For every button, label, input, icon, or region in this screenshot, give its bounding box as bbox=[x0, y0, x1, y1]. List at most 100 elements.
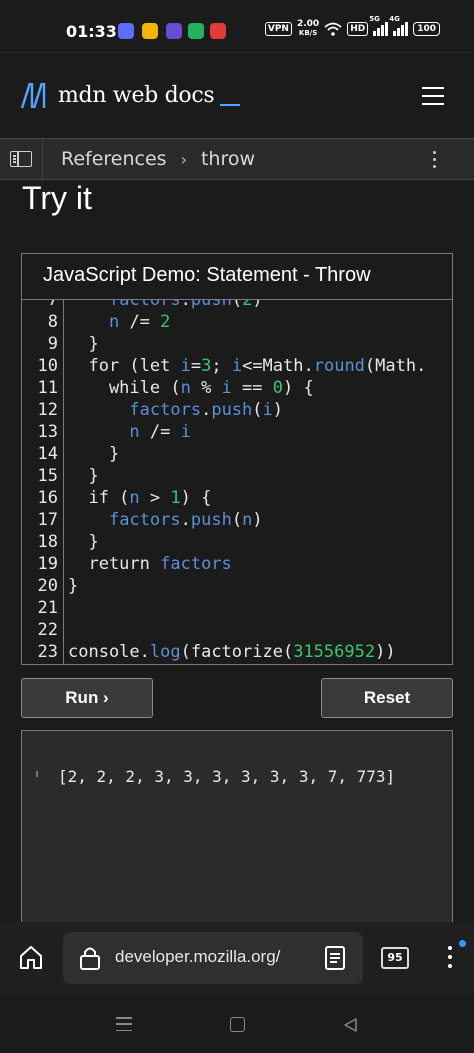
nav-home-icon[interactable] bbox=[230, 1017, 245, 1032]
lock-icon bbox=[80, 947, 100, 970]
hd-badge: HD bbox=[347, 22, 369, 36]
code-line: 19 return factors bbox=[22, 553, 426, 575]
line-number: 20 bbox=[37, 576, 58, 596]
code-token: } bbox=[68, 444, 120, 464]
address-bar[interactable]: developer.mozilla.org/ bbox=[63, 932, 363, 984]
code-text: console.log(factorize(31556952)) bbox=[58, 641, 396, 663]
status-time: 01:33 bbox=[66, 22, 117, 41]
code-token: ( bbox=[252, 400, 263, 420]
signal-icon: 5G bbox=[369, 15, 389, 36]
home-icon[interactable] bbox=[18, 944, 44, 970]
code-line: 23 console.log(factorize(31556952)) bbox=[22, 641, 426, 663]
console-output: [2, 2, 2, 3, 3, 3, 3, 3, 3, 7, 773] bbox=[21, 730, 453, 930]
reader-mode-icon[interactable] bbox=[325, 946, 345, 970]
signal-label: 4G bbox=[389, 15, 400, 23]
code-token: 0 bbox=[272, 378, 284, 398]
code-line: 17 factors.push(n) bbox=[22, 509, 426, 531]
code-token: i bbox=[231, 356, 243, 376]
run-button[interactable]: Run › bbox=[21, 678, 153, 718]
code-token: factors bbox=[108, 510, 181, 530]
back-icon[interactable] bbox=[342, 1017, 358, 1033]
site-header: mdn web docs bbox=[0, 52, 474, 138]
code-token: return bbox=[68, 554, 161, 574]
vpn-badge: VPN bbox=[264, 22, 292, 36]
breadcrumb: References › throw bbox=[0, 138, 474, 180]
code-line: 8 n /= 2 bbox=[22, 311, 426, 333]
code-text: while (n % i == 0) { bbox=[58, 377, 314, 399]
more-options-icon[interactable] bbox=[433, 151, 436, 168]
code-token: /= bbox=[119, 312, 161, 332]
code-token: push bbox=[190, 510, 232, 530]
code-line: 14 } bbox=[22, 443, 426, 465]
code-token: n bbox=[242, 510, 253, 530]
code-token: ; bbox=[211, 356, 232, 376]
code-token: == bbox=[231, 378, 273, 398]
code-text: for (let i=3; i<=Math.round(Math. bbox=[58, 355, 426, 377]
code-token: } bbox=[68, 466, 99, 486]
code-token: factors bbox=[108, 300, 181, 310]
code-token: . bbox=[180, 510, 191, 530]
code-token: round bbox=[313, 356, 365, 376]
interactive-demo: JavaScript Demo: Statement - Throw 7 fac… bbox=[21, 253, 453, 665]
breadcrumb-throw[interactable]: throw bbox=[201, 148, 255, 170]
code-token: log bbox=[149, 642, 181, 662]
code-token: ) bbox=[252, 300, 263, 310]
sidebar-toggle-icon[interactable] bbox=[10, 151, 32, 167]
output-marker bbox=[36, 771, 38, 777]
line-number: 18 bbox=[37, 532, 58, 552]
code-editor[interactable]: 7 factors.push(2) 8 n /= 29 } 10 for (let … bbox=[22, 300, 452, 664]
tab-count-button[interactable]: 95 bbox=[381, 947, 409, 969]
app-notification-icon bbox=[118, 23, 134, 39]
line-number: 8 bbox=[47, 312, 58, 332]
code-line: 15 } bbox=[22, 465, 426, 487]
code-token: ( bbox=[231, 300, 243, 310]
code-token: ) bbox=[252, 510, 263, 530]
line-number: 21 bbox=[37, 598, 58, 618]
code-text: factors.push(2) bbox=[58, 300, 263, 311]
mdn-logo[interactable]: mdn web docs bbox=[20, 81, 241, 109]
code-line: 20} bbox=[22, 575, 426, 597]
code-token: 3 bbox=[201, 356, 212, 376]
code-line: 18 } bbox=[22, 531, 426, 553]
status-indicators: VPN 2.00 KB/S HD 5G 4G 100 bbox=[264, 15, 440, 38]
code-token: } bbox=[68, 334, 99, 354]
code-token: 2 bbox=[160, 312, 171, 332]
code-token: . bbox=[180, 300, 191, 310]
browser-menu-icon[interactable] bbox=[448, 946, 452, 968]
code-token: n bbox=[180, 378, 191, 398]
line-number: 17 bbox=[37, 510, 58, 530]
recent-apps-icon[interactable] bbox=[116, 1017, 132, 1031]
code-token: i bbox=[221, 378, 232, 398]
signal-label: 5G bbox=[369, 15, 380, 23]
line-number: 9 bbox=[47, 334, 58, 354]
network-speed: 2.00 KB/S bbox=[297, 20, 319, 38]
hamburger-icon[interactable] bbox=[422, 87, 444, 105]
line-number: 14 bbox=[37, 444, 58, 464]
code-token: . bbox=[201, 400, 212, 420]
logo-text: mdn web docs bbox=[58, 82, 215, 108]
code-token: /= bbox=[139, 422, 181, 442]
code-token: factors bbox=[129, 400, 202, 420]
app-notification-icon bbox=[188, 23, 204, 39]
code-lines: 7 factors.push(2) 8 n /= 29 } 10 for (let … bbox=[22, 300, 427, 663]
code-line: 12 factors.push(i) bbox=[22, 399, 426, 421]
page-title: Try it bbox=[22, 180, 92, 216]
code-text: } bbox=[58, 465, 99, 487]
code-token: n bbox=[129, 422, 140, 442]
code-token: % bbox=[190, 378, 222, 398]
code-token: n bbox=[108, 312, 120, 332]
battery-icon: 100 bbox=[413, 22, 440, 36]
code-token: 2 bbox=[242, 300, 253, 310]
code-text: n /= 2 bbox=[58, 311, 170, 333]
code-token: i bbox=[180, 422, 191, 442]
app-notification-icon bbox=[142, 23, 158, 39]
line-number: 7 bbox=[47, 300, 58, 310]
reset-button[interactable]: Reset bbox=[321, 678, 453, 718]
breadcrumb-references[interactable]: References bbox=[61, 148, 167, 170]
signal-icon: 4G bbox=[389, 15, 409, 36]
